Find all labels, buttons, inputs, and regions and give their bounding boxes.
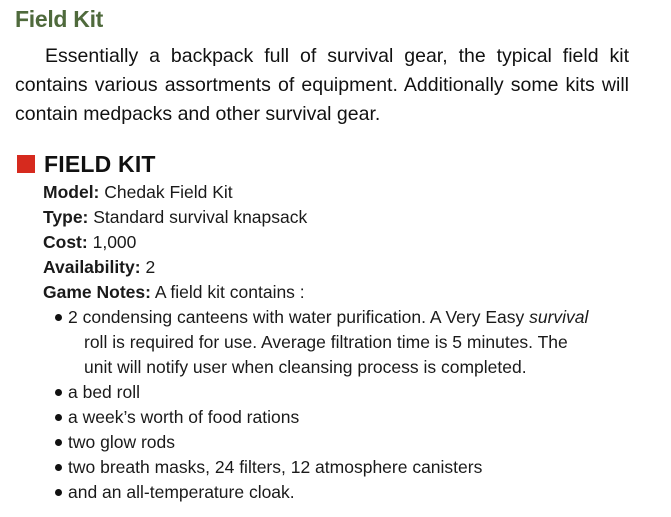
stat-label: Game Notes: (43, 282, 151, 302)
stat-label: Availability: (43, 257, 141, 277)
stat-value: 2 (145, 257, 156, 277)
list-item-text: a week’s worth of food rations (68, 407, 300, 427)
stat-game-notes: Game Notes: A field kit contains : (43, 280, 643, 305)
canteen-text: 2 condensing canteens with water purific… (68, 307, 530, 327)
list-item: a week’s worth of food rations (45, 405, 643, 430)
bullet-icon (55, 314, 62, 321)
list-item-text: two glow rods (68, 432, 175, 452)
list-item-text: a bed roll (68, 382, 140, 402)
stat-label: Model: (43, 182, 100, 202)
item-stats: Model: Chedak Field Kit Type: Standard s… (43, 180, 643, 505)
stat-availability: Availability: 2 (43, 255, 643, 280)
canteen-text-line2: roll is required for use. Average filtra… (84, 332, 568, 352)
section-title: Field Kit (15, 6, 104, 32)
list-item-text: two breath masks, 24 filters, 12 atmosph… (68, 457, 483, 477)
survival-skill-text: survival (529, 307, 589, 327)
bullet-icon (55, 464, 62, 471)
list-item: 2 condensing canteens with water purific… (45, 305, 643, 380)
list-item: two breath masks, 24 filters, 12 atmosph… (45, 455, 643, 480)
stat-value: A field kit contains : (154, 282, 305, 302)
stat-label: Cost: (43, 232, 88, 252)
list-item: a bed roll (45, 380, 643, 405)
red-square-icon (17, 155, 35, 173)
bullet-icon (55, 414, 62, 421)
stat-label: Type: (43, 207, 89, 227)
list-item: two glow rods (45, 430, 643, 455)
stat-cost: Cost: 1,000 (43, 230, 643, 255)
item-title: FIELD KIT (44, 150, 156, 177)
contents-list: 2 condensing canteens with water purific… (43, 305, 643, 505)
stat-model: Model: Chedak Field Kit (43, 180, 643, 205)
list-item: and an all-temperature cloak. (45, 480, 643, 505)
canteen-text-line3: unit will notify user when cleansing pro… (84, 357, 527, 377)
intro-paragraph: Essentially a backpack full of survival … (15, 45, 629, 125)
stat-value: 1,000 (92, 232, 137, 252)
item-heading: FIELD KIT (17, 150, 156, 178)
bullet-icon (55, 489, 62, 496)
stat-type: Type: Standard survival knapsack (43, 205, 643, 230)
list-item-text: and an all-temperature cloak. (68, 482, 295, 502)
bullet-icon (55, 439, 62, 446)
stat-value: Standard survival knapsack (93, 207, 308, 227)
document-page: Field Kit Essentially a backpack full of… (0, 0, 671, 517)
bullet-icon (55, 389, 62, 396)
stat-value: Chedak Field Kit (104, 182, 233, 202)
list-item-text: 2 condensing canteens with water purific… (68, 305, 643, 380)
